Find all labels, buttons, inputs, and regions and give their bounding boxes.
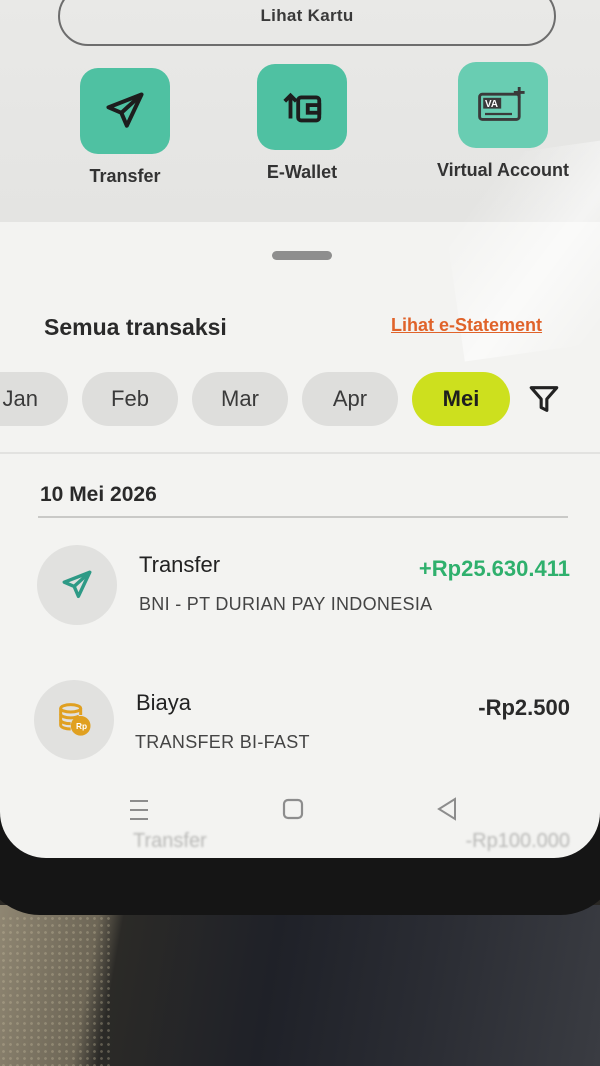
month-chip-jan[interactable]: Jan bbox=[0, 372, 68, 426]
wallet-transfer-icon bbox=[283, 92, 322, 123]
virtual-account-icon: VA bbox=[478, 87, 525, 121]
send-icon bbox=[106, 92, 144, 128]
transaction-icon: Rp bbox=[34, 680, 114, 760]
transaction-title: Transfer bbox=[139, 552, 221, 577]
ewallet-tile[interactable] bbox=[257, 64, 347, 150]
coin-stack-icon: Rp bbox=[59, 703, 91, 736]
quick-action-ewallet[interactable]: E-Wallet bbox=[257, 64, 347, 183]
filter-icon bbox=[529, 386, 559, 412]
transactions-title: Semua transaksi bbox=[44, 314, 227, 340]
desk-texture bbox=[0, 915, 110, 1066]
month-chip-mei[interactable]: Mei bbox=[412, 372, 510, 426]
month-label: Mar bbox=[221, 386, 259, 411]
month-chip-apr[interactable]: Apr bbox=[302, 372, 398, 426]
back-triangle-icon bbox=[437, 797, 456, 821]
transaction-subtitle: TRANSFER BI-FAST bbox=[135, 732, 310, 752]
transaction-title: Biaya bbox=[136, 690, 192, 715]
recent-apps-button[interactable] bbox=[128, 796, 150, 829]
svg-text:VA: VA bbox=[485, 99, 498, 110]
filter-button[interactable] bbox=[526, 382, 562, 416]
quick-action-label: E-Wallet bbox=[266, 162, 338, 182]
quick-action-virtual-account[interactable]: VA Virtual Account bbox=[437, 62, 569, 181]
month-label: Feb bbox=[111, 386, 149, 411]
sheet-drag-handle[interactable] bbox=[272, 251, 332, 260]
view-e-statement-link[interactable]: Lihat e-Statement bbox=[391, 315, 542, 336]
transaction-amount: +Rp25.630.411 bbox=[418, 556, 570, 581]
virtual-account-tile[interactable]: VA bbox=[458, 62, 549, 148]
send-icon bbox=[62, 570, 92, 599]
svg-text:Rp: Rp bbox=[76, 721, 87, 731]
transaction-amount: -Rp2.500 bbox=[478, 695, 570, 720]
transfer-tile[interactable] bbox=[80, 68, 170, 154]
home-button[interactable] bbox=[281, 796, 305, 827]
transaction-subtitle: BNI - PT DURIAN PAY INDONESIA bbox=[139, 594, 433, 614]
month-chip-mar[interactable]: Mar bbox=[192, 372, 288, 426]
month-label: Apr bbox=[332, 386, 368, 411]
view-card-label: Lihat Kartu bbox=[260, 6, 354, 25]
month-label: Jan bbox=[2, 386, 38, 411]
view-card-button[interactable]: Lihat Kartu bbox=[58, 0, 556, 46]
quick-action-label: Virtual Account bbox=[437, 160, 570, 180]
transaction-icon bbox=[37, 545, 117, 625]
section-divider bbox=[0, 452, 600, 454]
menu-icon bbox=[130, 800, 148, 820]
month-filter-row: Jan Feb Mar Apr Mei bbox=[0, 372, 600, 428]
quick-action-transfer[interactable]: Transfer bbox=[80, 68, 170, 187]
date-group-heading: 10 Mei 2026 bbox=[40, 483, 157, 506]
home-square-icon bbox=[282, 798, 304, 820]
back-button[interactable] bbox=[436, 796, 458, 827]
month-label: Mei bbox=[442, 386, 480, 411]
date-divider bbox=[38, 516, 568, 518]
phone-screen: Lihat Kartu Transfer E-Wallet VA Virtual… bbox=[0, 0, 600, 858]
system-navigation-bar bbox=[0, 780, 600, 858]
quick-action-label: Transfer bbox=[89, 166, 161, 186]
month-chip-feb[interactable]: Feb bbox=[82, 372, 178, 426]
